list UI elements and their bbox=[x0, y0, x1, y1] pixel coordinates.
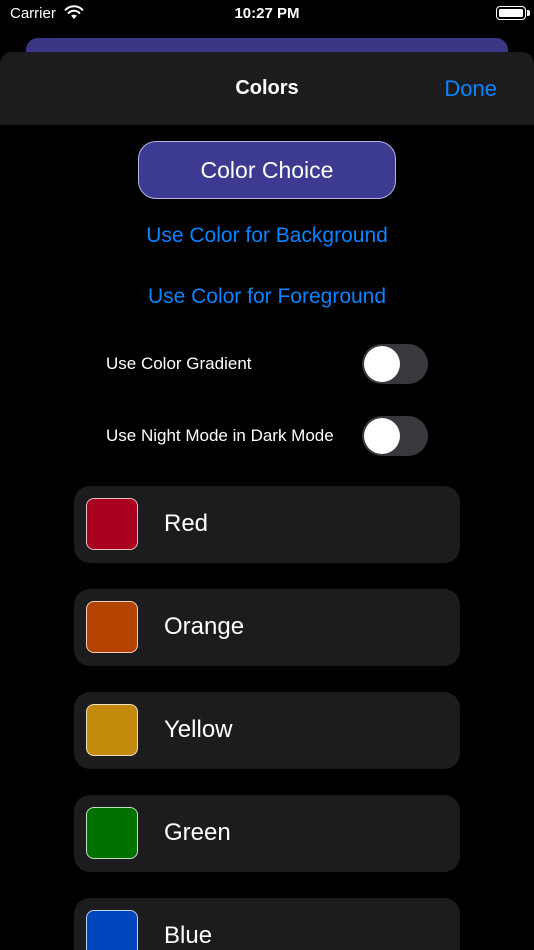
use-color-for-background-button[interactable]: Use Color for Background bbox=[0, 224, 534, 248]
gradient-toggle-label: Use Color Gradient bbox=[106, 354, 252, 373]
color-name: Blue bbox=[164, 922, 213, 949]
color-swatch bbox=[86, 601, 138, 653]
status-bar: Carrier 10:27 PM bbox=[0, 0, 534, 30]
done-button[interactable]: Done bbox=[444, 76, 497, 102]
colors-sheet: Colors Done Color Choice Use Color for B… bbox=[0, 52, 534, 950]
battery-tip bbox=[527, 10, 530, 16]
color-name: Yellow bbox=[164, 716, 233, 743]
battery-icon bbox=[496, 6, 526, 20]
color-option-red[interactable]: Red bbox=[74, 486, 460, 563]
color-swatch bbox=[86, 498, 138, 550]
color-swatch bbox=[86, 910, 138, 950]
color-name: Orange bbox=[164, 613, 245, 640]
night-mode-toggle[interactable] bbox=[362, 416, 428, 456]
color-swatch bbox=[86, 704, 138, 756]
gradient-toggle-row: Use Color Gradient bbox=[106, 344, 428, 384]
night-mode-toggle-label: Use Night Mode in Dark Mode bbox=[106, 426, 334, 445]
toggle-knob bbox=[364, 418, 400, 454]
use-color-for-foreground-button[interactable]: Use Color for Foreground bbox=[0, 285, 534, 309]
status-time: 10:27 PM bbox=[234, 5, 300, 22]
color-option-orange[interactable]: Orange bbox=[74, 589, 460, 666]
color-option-green[interactable]: Green bbox=[74, 795, 460, 872]
color-name: Red bbox=[164, 510, 209, 537]
night-mode-toggle-row: Use Night Mode in Dark Mode bbox=[106, 416, 428, 456]
color-name: Green bbox=[164, 819, 231, 846]
color-option-yellow[interactable]: Yellow bbox=[74, 692, 460, 769]
color-option-blue[interactable]: Blue bbox=[74, 898, 460, 950]
toggle-knob bbox=[364, 346, 400, 382]
color-choice-button[interactable]: Color Choice bbox=[138, 141, 396, 199]
nav-bar: Colors Done bbox=[0, 52, 534, 125]
gradient-toggle[interactable] bbox=[362, 344, 428, 384]
color-swatch bbox=[86, 807, 138, 859]
